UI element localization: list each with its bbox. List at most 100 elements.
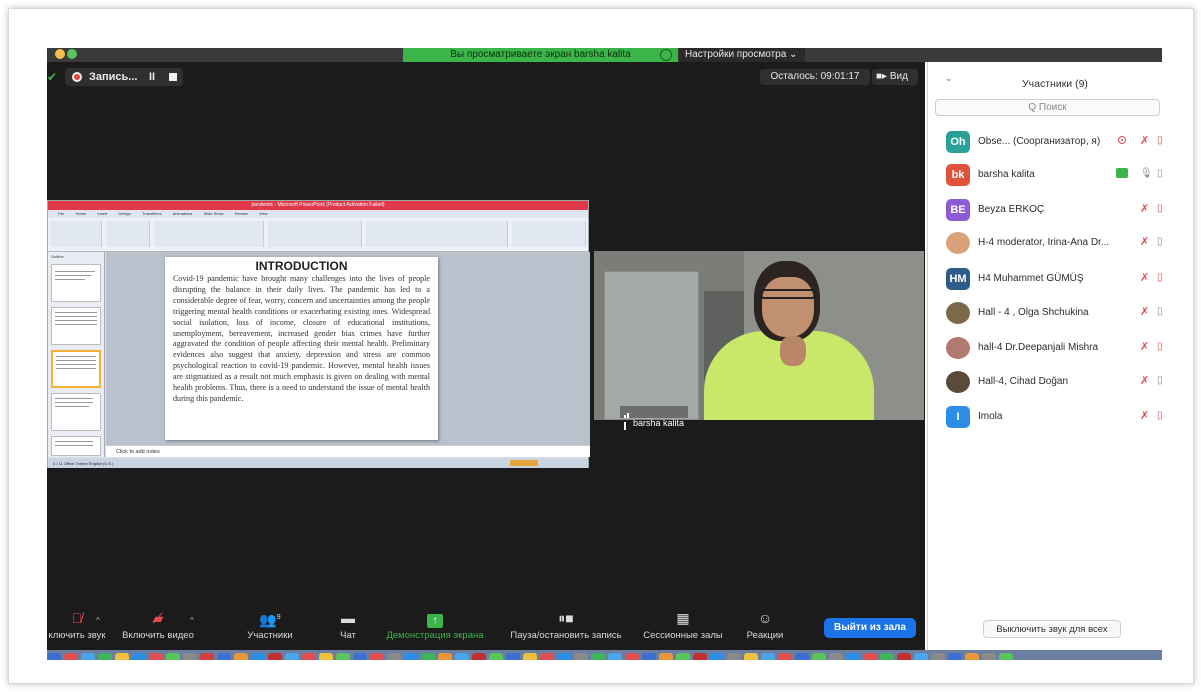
ppt-outline-tab[interactable]: Outline: [51, 254, 64, 259]
breakout-rooms-button[interactable]: ▦ Сессионные залы: [638, 607, 728, 647]
dock-app-icon[interactable]: [217, 653, 231, 660]
window-minimize-button[interactable]: [55, 49, 65, 59]
dock-app-icon[interactable]: [234, 653, 248, 660]
pause-recording-toolbar-button[interactable]: ⏸■ Пауза/остановить запись: [503, 607, 629, 647]
dock-app-icon[interactable]: [200, 653, 214, 660]
dock-app-icon[interactable]: [659, 653, 673, 660]
reactions-button[interactable]: ☺ Реакции: [740, 607, 790, 647]
video-icon[interactable]: ▯: [1157, 306, 1163, 317]
participant-row[interactable]: Oh Obse... (Соорганизатор, я) ✗ ▯: [940, 129, 1163, 157]
dock-app-icon[interactable]: [778, 653, 792, 660]
view-button[interactable]: ■▸ Вид: [872, 69, 918, 85]
leave-room-button[interactable]: Выйти из зала: [824, 618, 916, 638]
participant-row[interactable]: Hall-4, Cihad Doğan ✗ ▯: [940, 369, 1163, 397]
dock-app-icon[interactable]: [336, 653, 350, 660]
mic-off-icon[interactable]: ✗: [1140, 235, 1149, 248]
audio-options-caret-icon[interactable]: ^: [96, 616, 100, 625]
dock-app-icon[interactable]: [81, 653, 95, 660]
dock-app-icon[interactable]: [676, 653, 690, 660]
mic-off-icon[interactable]: ✗: [1140, 202, 1149, 215]
dock-app-icon[interactable]: [132, 653, 146, 660]
participant-row[interactable]: hall-4 Dr.Deepanjali Mishra ✗ ▯: [940, 335, 1163, 363]
dock-app-icon[interactable]: [421, 653, 435, 660]
slide-thumbnail[interactable]: [51, 436, 101, 456]
slide-thumbnail[interactable]: [51, 264, 101, 302]
dock-app-icon[interactable]: [540, 653, 554, 660]
ppt-notes-field[interactable]: Click to add notes: [106, 445, 590, 457]
mic-off-icon[interactable]: ✗: [1140, 305, 1149, 318]
dock-app-icon[interactable]: [251, 653, 265, 660]
dock-app-icon[interactable]: [285, 653, 299, 660]
participant-video-tile[interactable]: [594, 251, 924, 420]
dock-app-icon[interactable]: [472, 653, 486, 660]
dock-app-icon[interactable]: [608, 653, 622, 660]
dock-app-icon[interactable]: [744, 653, 758, 660]
dock-app-icon[interactable]: [625, 653, 639, 660]
dock-app-icon[interactable]: [812, 653, 826, 660]
stop-recording-button[interactable]: [169, 73, 177, 81]
dock-app-icon[interactable]: [115, 653, 129, 660]
dock-app-icon[interactable]: [183, 653, 197, 660]
video-off-icon[interactable]: ▯: [1157, 341, 1163, 352]
participant-row[interactable]: Hall - 4 , Olga Shchukina ✗ ▯: [940, 300, 1163, 328]
participant-row[interactable]: I Imola ✗ ▯: [940, 404, 1163, 432]
dock-app-icon[interactable]: [761, 653, 775, 660]
dock-app-icon[interactable]: [506, 653, 520, 660]
video-off-icon[interactable]: ▯: [1157, 203, 1163, 214]
participant-search-input[interactable]: Q Поиск: [935, 99, 1160, 116]
participant-row[interactable]: BE Beyza ERKOÇ ✗ ▯: [940, 197, 1163, 225]
ppt-zoom-slider[interactable]: [510, 460, 538, 466]
unmute-button[interactable]: 🎙̸ ключить звук: [47, 607, 107, 647]
video-icon[interactable]: ▯: [1157, 236, 1163, 247]
chat-button[interactable]: ▬ Чат: [328, 607, 368, 647]
dock-app-icon[interactable]: [642, 653, 656, 660]
slide-thumbnail[interactable]: [51, 393, 101, 431]
dock-app-icon[interactable]: [166, 653, 180, 660]
dock-app-icon[interactable]: [846, 653, 860, 660]
mic-icon[interactable]: 🎙: [1140, 168, 1153, 179]
dock-app-icon[interactable]: [302, 653, 316, 660]
dock-app-icon[interactable]: [914, 653, 928, 660]
slide-thumbnail-selected[interactable]: [51, 350, 101, 388]
dock-app-icon[interactable]: [795, 653, 809, 660]
dock-app-icon[interactable]: [948, 653, 962, 660]
dock-app-icon[interactable]: [557, 653, 571, 660]
dock-app-icon[interactable]: [319, 653, 333, 660]
mic-off-icon[interactable]: ✗: [1140, 340, 1149, 353]
dock-app-icon[interactable]: [98, 653, 112, 660]
dock-app-icon[interactable]: [149, 653, 163, 660]
dock-app-icon[interactable]: [693, 653, 707, 660]
dock-app-icon[interactable]: [727, 653, 741, 660]
dock-app-icon[interactable]: [897, 653, 911, 660]
dock-app-icon[interactable]: [455, 653, 469, 660]
dock-app-icon[interactable]: [404, 653, 418, 660]
dock-app-icon[interactable]: [353, 653, 367, 660]
dock-app-icon[interactable]: [268, 653, 282, 660]
dock-app-icon[interactable]: [387, 653, 401, 660]
mic-off-icon[interactable]: ✗: [1140, 374, 1149, 387]
mute-all-button[interactable]: Выключить звук для всех: [983, 620, 1121, 638]
video-icon[interactable]: ▯: [1157, 168, 1163, 179]
participant-row[interactable]: HM H4 Muhammet GÜMÜŞ ✗ ▯: [940, 266, 1163, 294]
video-off-icon[interactable]: ▯: [1157, 272, 1163, 283]
dock-app-icon[interactable]: [64, 653, 78, 660]
dock-app-icon[interactable]: [965, 653, 979, 660]
slide-thumbnail[interactable]: [51, 307, 101, 345]
window-zoom-button[interactable]: [67, 49, 77, 59]
dock-app-icon[interactable]: [999, 653, 1013, 660]
video-off-icon[interactable]: ▯: [1157, 135, 1163, 146]
participant-row[interactable]: H-4 moderator, Irina-Ana Dr... ✗ ▯: [940, 230, 1163, 258]
mic-off-icon[interactable]: ✗: [1140, 271, 1149, 284]
dock-app-icon[interactable]: [489, 653, 503, 660]
dock-app-icon[interactable]: [574, 653, 588, 660]
participants-button[interactable]: 👥9 Участники: [240, 607, 300, 647]
dock-app-icon[interactable]: [438, 653, 452, 660]
participant-row[interactable]: bk barsha kalita 🎙 ▯: [940, 162, 1163, 190]
pause-recording-button[interactable]: II: [149, 68, 155, 86]
video-icon[interactable]: ▯: [1157, 375, 1163, 386]
chevron-down-icon[interactable]: ⌄: [945, 73, 953, 84]
video-options-caret-icon[interactable]: ^: [190, 616, 194, 625]
dock-app-icon[interactable]: [880, 653, 894, 660]
dock-app-icon[interactable]: [982, 653, 996, 660]
dock-app-icon[interactable]: [523, 653, 537, 660]
